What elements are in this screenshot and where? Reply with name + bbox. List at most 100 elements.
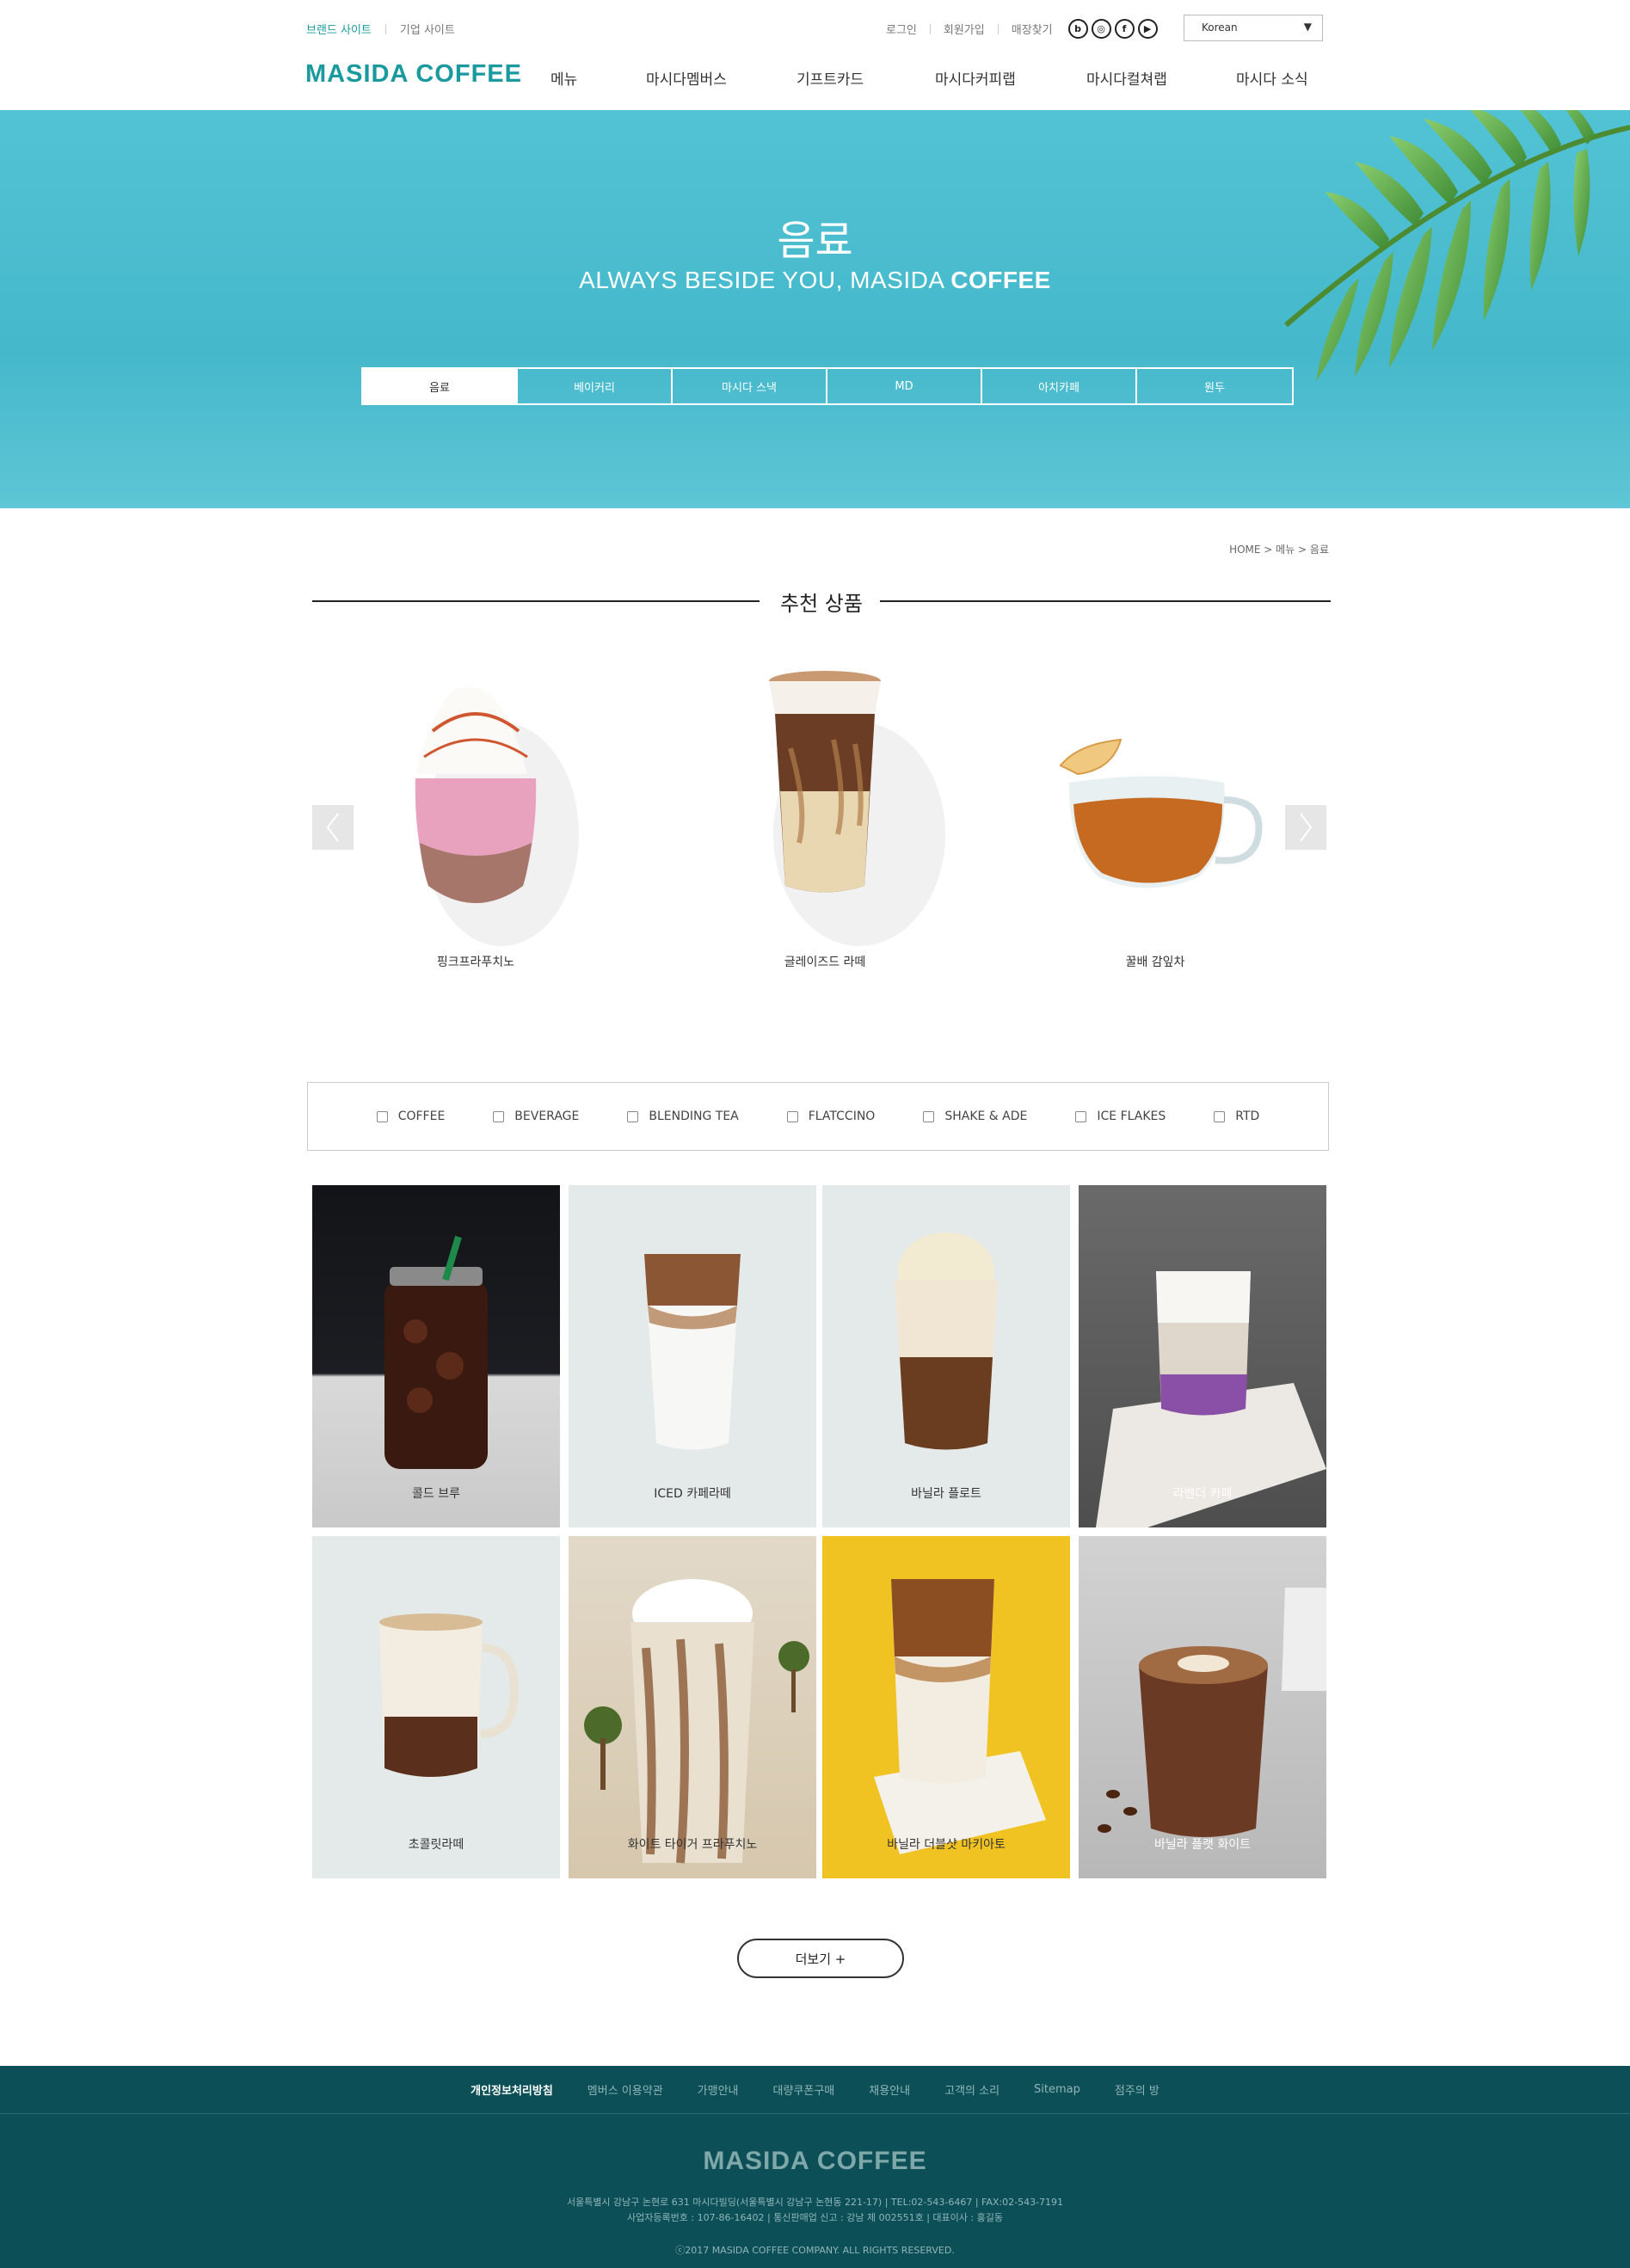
product-card[interactable]: 콜드 브루 — [312, 1185, 560, 1527]
checkbox[interactable] — [1075, 1110, 1087, 1122]
checkbox[interactable] — [376, 1110, 388, 1122]
filter-label: BEVERAGE — [514, 1109, 580, 1123]
checkbox[interactable] — [1214, 1110, 1226, 1122]
recommend-item[interactable]: 꿀배 감잎차 — [1026, 662, 1284, 970]
recommend-item[interactable]: 핑크프라푸치노 — [347, 662, 605, 970]
login-link[interactable]: 로그인 — [886, 21, 917, 37]
product-card[interactable]: ICED 카페라떼 — [569, 1185, 816, 1527]
footer-link-owner[interactable]: 점주의 방 — [1115, 2081, 1159, 2098]
footer-link-sitemap[interactable]: Sitemap — [1034, 2083, 1080, 2096]
nav-culture-lab[interactable]: 마시다컬쳐랩 — [1086, 67, 1167, 89]
filter-label: SHAKE & ADE — [944, 1109, 1028, 1123]
glazed-latte-image — [696, 662, 954, 946]
tab-beverage[interactable]: 음료 — [363, 369, 518, 403]
filter-shake-ade[interactable]: SHAKE & ADE — [923, 1109, 1027, 1123]
product-card[interactable]: 바닐라 플로트 — [822, 1185, 1070, 1527]
category-filter: COFFEE BEVERAGE BLENDING TEA FLATCCINO S… — [307, 1082, 1329, 1151]
footer-copyright: ⓒ2017 MASIDA COFFEE COMPANY. ALL RIGHTS … — [675, 2245, 955, 2256]
join-link[interactable]: 회원가입 — [944, 21, 985, 37]
tab-beans[interactable]: 원두 — [1137, 369, 1292, 403]
product-card[interactable]: 화이트 타이거 프라푸치노 — [569, 1536, 816, 1878]
footer-logo: MASIDA COFFEE — [703, 2147, 927, 2175]
header: 브랜드 사이트 기업 사이트 로그인 회원가입 매장찾기 b ◎ f ▶ Kor… — [0, 0, 1630, 110]
chevron-right-icon — [1300, 813, 1313, 842]
logo[interactable]: MASIDA COFFEE — [305, 60, 522, 89]
product-card[interactable]: 바닐라 플랫 화이트 — [1079, 1536, 1326, 1878]
recommend-item[interactable]: 글레이즈드 라떼 — [696, 662, 954, 970]
product-name: 초콜릿라떼 — [408, 1838, 464, 1852]
product-name: 바닐라 플랫 화이트 — [1154, 1838, 1251, 1852]
carousel-next-button[interactable] — [1285, 805, 1326, 850]
vanilla-double-shot-macchiato-image — [874, 1579, 1046, 1854]
filter-coffee[interactable]: COFFEE — [376, 1109, 446, 1123]
product-card[interactable]: 바닐라 더블샷 마키아토 — [822, 1536, 1070, 1878]
footer-link-franchise[interactable]: 가맹안내 — [698, 2081, 739, 2098]
language-select[interactable]: Korean ▼ — [1184, 15, 1323, 41]
product-card[interactable]: 라벤더 카페 — [1079, 1185, 1326, 1527]
pink-frappuccino-image — [347, 662, 605, 946]
chevron-down-icon: ▼ — [1303, 21, 1312, 33]
nav-news[interactable]: 마시다 소식 — [1236, 67, 1308, 89]
filter-ice-flakes[interactable]: ICE FLAKES — [1075, 1109, 1166, 1123]
footer: 개인정보처리방침 멤버스 이용약관 가맹안내 대량쿠폰구매 채용안내 고객의 소… — [0, 2066, 1630, 2268]
footer-business-info: 사업자등록번호 : 107-86-16402 | 통신판매업 신고 : 강남 제… — [627, 2212, 1003, 2223]
product-name: 화이트 타이거 프라푸치노 — [627, 1838, 758, 1852]
chocolate-latte-image — [379, 1613, 520, 1777]
cold-brew-image — [384, 1235, 488, 1469]
hero-subtitle: ALWAYS BESIDE YOU, MASIDA COFFEE — [0, 267, 1630, 294]
white-tiger-frappuccino-image — [584, 1579, 809, 1864]
nav-coffee-lab[interactable]: 마시다커피랩 — [935, 67, 1016, 89]
checkbox[interactable] — [786, 1110, 798, 1122]
filter-flatccino[interactable]: FLATCCINO — [786, 1109, 876, 1123]
footer-link-recruit[interactable]: 채용안내 — [869, 2081, 910, 2098]
brand-site-link[interactable]: 브랜드 사이트 — [306, 21, 372, 37]
filter-blending-tea[interactable]: BLENDING TEA — [627, 1109, 739, 1123]
vanilla-float-image — [895, 1232, 998, 1450]
footer-link-voice[interactable]: 고객의 소리 — [944, 2081, 1000, 2098]
footer-address: 서울특별시 강남구 논현로 631 마시다빌딩(서울특별시 강남구 논현동 22… — [566, 2197, 1064, 2208]
recommend-item-name: 꿀배 감잎차 — [1125, 956, 1185, 969]
tab-archi-cafe[interactable]: 아치카페 — [982, 369, 1137, 403]
nav-members[interactable]: 마시다멤버스 — [646, 67, 727, 89]
divider — [997, 23, 999, 34]
product-card[interactable]: 초콜릿라떼 — [312, 1536, 560, 1878]
language-value: Korean — [1202, 22, 1238, 34]
load-more-button[interactable]: 더보기 + — [737, 1939, 904, 1978]
tab-snack[interactable]: 마시다 스낵 — [673, 369, 827, 403]
checkbox[interactable] — [923, 1110, 935, 1122]
tab-md[interactable]: MD — [827, 369, 982, 403]
footer-link-bulk-coupon[interactable]: 대량쿠폰구매 — [773, 2081, 835, 2098]
instagram-icon[interactable]: ◎ — [1091, 19, 1111, 39]
nav-giftcard[interactable]: 기프트카드 — [797, 67, 864, 89]
checkbox[interactable] — [493, 1110, 505, 1122]
honey-pear-tea-image — [1026, 662, 1284, 946]
divider — [929, 23, 931, 34]
store-finder-link[interactable]: 매장찾기 — [1012, 21, 1053, 37]
product-name: 라벤더 카페 — [1172, 1487, 1233, 1501]
footer-nav: 개인정보처리방침 멤버스 이용약관 가맹안내 대량쿠폰구매 채용안내 고객의 소… — [0, 2066, 1630, 2114]
product-name: 콜드 브루 — [412, 1487, 460, 1501]
filter-rtd[interactable]: RTD — [1214, 1109, 1259, 1123]
subtitle-bold: COFFEE — [950, 267, 1051, 293]
category-tabs: 음료 베이커리 마시다 스낵 MD 아치카페 원두 — [361, 367, 1294, 405]
product-name: ICED 카페라떼 — [654, 1487, 731, 1501]
footer-link-terms[interactable]: 멤버스 이용약관 — [587, 2081, 663, 2098]
vanilla-flat-white-image — [1098, 1588, 1326, 1837]
chevron-left-icon — [326, 813, 339, 842]
iced-cafe-latte-image — [644, 1254, 741, 1450]
filter-label: FLATCCINO — [808, 1109, 876, 1123]
blog-icon[interactable]: b — [1067, 19, 1088, 39]
checkbox[interactable] — [627, 1110, 639, 1122]
corp-site-link[interactable]: 기업 사이트 — [400, 21, 455, 37]
facebook-icon[interactable]: f — [1114, 19, 1135, 39]
sns-links: b ◎ f ▶ — [1067, 19, 1161, 39]
filter-label: COFFEE — [397, 1109, 446, 1123]
utility-menu: 로그인 회원가입 매장찾기 b ◎ f ▶ — [886, 19, 1161, 39]
nav-menu[interactable]: 메뉴 — [551, 67, 577, 89]
page-title: 음료 — [777, 217, 853, 265]
lavender-cafe-image — [1096, 1271, 1326, 1527]
tab-bakery[interactable]: 베이커리 — [518, 369, 673, 403]
filter-beverage[interactable]: BEVERAGE — [493, 1109, 579, 1123]
youtube-icon[interactable]: ▶ — [1137, 19, 1158, 39]
footer-link-privacy[interactable]: 개인정보처리방침 — [471, 2081, 553, 2098]
